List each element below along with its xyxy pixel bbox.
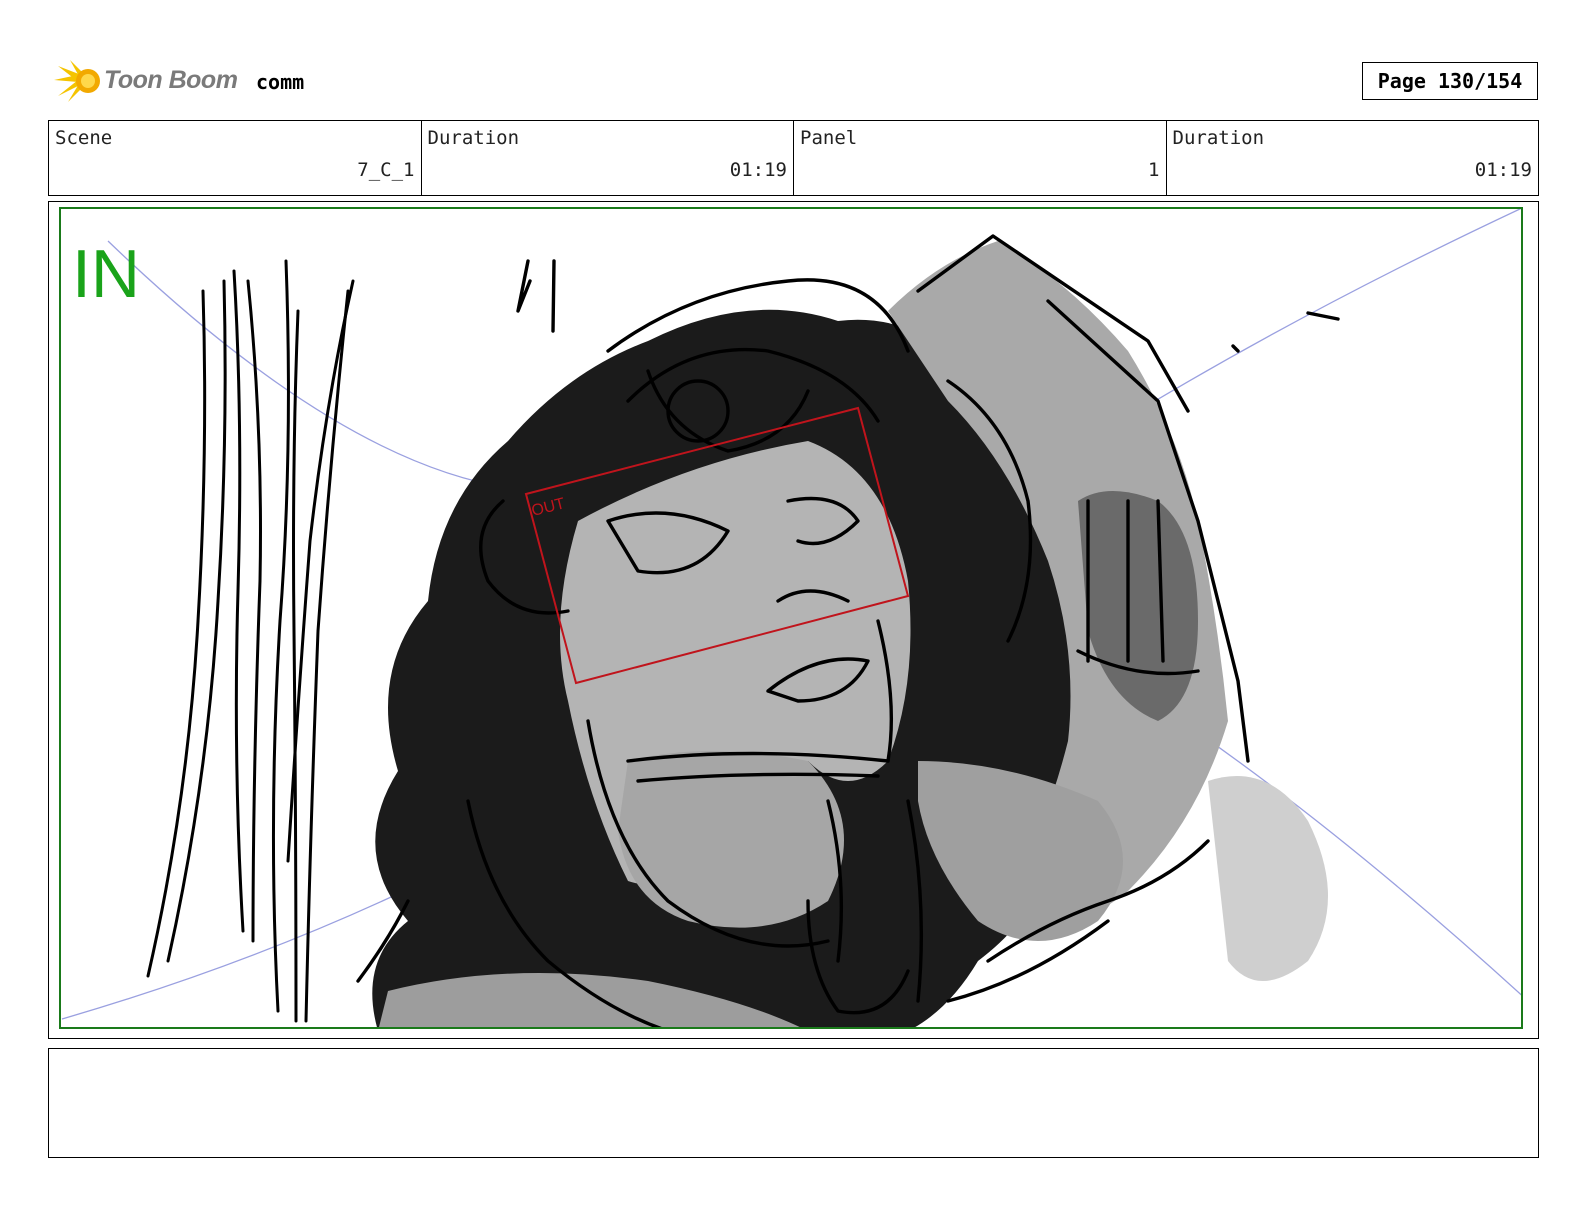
panel-duration-cell: Duration 01:19 [1167,121,1539,195]
panel-duration-label: Duration [1172,127,1265,149]
page-indicator: Page 130/154 [1362,62,1538,100]
scene-label: Scene [55,127,113,149]
notes-box [48,1048,1539,1158]
scene-duration-cell: Duration 01:19 [422,121,794,195]
speed-lines [146,259,355,1023]
brand-name: Toon Boom [104,66,238,94]
scene-info-table: Scene 7_C_1 Duration 01:19 Panel 1 Durat… [48,120,1539,196]
scene-cell: Scene 7_C_1 [49,121,422,195]
in-label: IN [72,236,140,312]
panel-duration-value: 01:19 [1474,159,1532,181]
panel-cell: Panel 1 [794,121,1167,195]
project-name: comm [256,70,305,94]
panel-label: Panel [800,127,858,149]
storyboard-sketch: OUT IN [59,207,1523,1029]
scene-value: 7_C_1 [357,159,415,181]
panel-value: 1 [1148,159,1160,181]
scene-duration-label: Duration [427,127,520,149]
scene-duration-value: 01:19 [729,159,787,181]
